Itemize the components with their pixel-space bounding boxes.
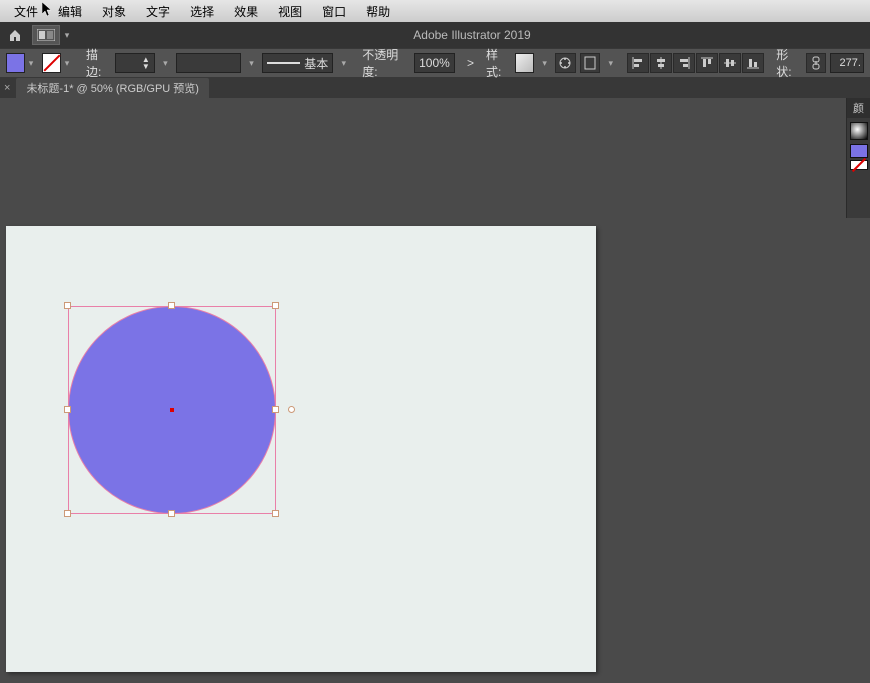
handle-bottom-right[interactable]	[272, 510, 279, 517]
document-tab-bar: × 未标题-1* @ 50% (RGB/GPU 预览)	[0, 78, 870, 98]
shape-link-icon[interactable]	[806, 53, 827, 73]
dropdown-arrow-icon[interactable]: ▾	[60, 30, 74, 41]
variable-width-profile[interactable]	[176, 53, 241, 73]
align-left-icon[interactable]	[627, 53, 649, 73]
menu-view[interactable]: 视图	[268, 3, 312, 20]
opacity-field[interactable]: 100%	[414, 53, 455, 73]
home-icon[interactable]	[4, 24, 26, 46]
menu-help[interactable]: 帮助	[356, 3, 400, 20]
graphic-style-swatch[interactable]	[515, 53, 534, 73]
recolor-icon[interactable]	[555, 53, 576, 73]
side-panel-stroke-swatch[interactable]	[850, 160, 868, 170]
align-bottom-icon[interactable]	[742, 53, 764, 73]
brush-definition[interactable]: 基本	[262, 53, 333, 73]
document-tab[interactable]: 未标题-1* @ 50% (RGB/GPU 预览)	[16, 78, 209, 98]
brush-dropdown-icon[interactable]: ▾	[337, 58, 350, 69]
live-shape-handle[interactable]	[288, 406, 295, 413]
menu-file[interactable]: 文件	[4, 3, 48, 20]
style-label: 样式:	[486, 46, 511, 80]
stroke-label: 描边:	[86, 46, 111, 80]
stroke-weight-stepper-icon[interactable]: ▲▼	[142, 56, 150, 70]
align-group	[627, 53, 764, 73]
doc-setup-dropdown-icon[interactable]: ▾	[604, 58, 617, 69]
handle-top-middle[interactable]	[168, 302, 175, 309]
opacity-label: 不透明度:	[362, 46, 410, 80]
stroke-dropdown-icon[interactable]: ▾	[65, 58, 74, 69]
align-top-icon[interactable]	[696, 53, 718, 73]
side-panel: 颜	[846, 98, 870, 218]
stroke-swatch[interactable]	[42, 53, 61, 73]
menu-type[interactable]: 文字	[136, 3, 180, 20]
menu-select[interactable]: 选择	[180, 3, 224, 20]
fill-swatch[interactable]	[6, 53, 25, 73]
handle-top-left[interactable]	[64, 302, 71, 309]
document-arrange-icon[interactable]	[32, 25, 60, 45]
menu-window[interactable]: 窗口	[312, 3, 356, 20]
align-vcenter-icon[interactable]	[719, 53, 741, 73]
menu-object[interactable]: 对象	[92, 3, 136, 20]
menu-effect[interactable]: 效果	[224, 3, 268, 20]
brush-stroke-icon	[267, 62, 300, 64]
handle-bottom-left[interactable]	[64, 510, 71, 517]
side-panel-gradient-thumb[interactable]	[850, 122, 868, 140]
control-bar: ▾ ▾ 描边: ▲▼ ▾ ▾ 基本 ▾ 不透明度: 100% > 样式: ▾ ▾…	[0, 48, 870, 78]
align-hcenter-icon[interactable]	[650, 53, 672, 73]
titlebar: ▾ Adobe Illustrator 2019	[0, 22, 870, 48]
handle-middle-right[interactable]	[272, 406, 279, 413]
opacity-arrow[interactable]: >	[467, 56, 474, 70]
menubar: 文件 编辑 对象 文字 选择 效果 视图 窗口 帮助	[0, 0, 870, 22]
app-title: Adobe Illustrator 2019	[74, 28, 870, 42]
workspace: 颜	[0, 98, 870, 683]
align-right-icon[interactable]	[673, 53, 695, 73]
document-setup-icon[interactable]	[580, 53, 601, 73]
shape-label: 形状:	[776, 46, 801, 80]
style-dropdown-icon[interactable]: ▾	[538, 58, 551, 69]
handle-bottom-middle[interactable]	[168, 510, 175, 517]
tab-close-icon[interactable]: ×	[4, 82, 10, 94]
shape-width-field[interactable]: 277.	[830, 53, 864, 73]
side-panel-tab[interactable]: 颜	[847, 98, 870, 118]
handle-top-right[interactable]	[272, 302, 279, 309]
var-width-dropdown-icon[interactable]: ▾	[245, 58, 258, 69]
selection-center-icon	[170, 408, 174, 412]
handle-middle-left[interactable]	[64, 406, 71, 413]
artboard[interactable]	[6, 226, 596, 672]
fill-dropdown-icon[interactable]: ▾	[29, 58, 38, 69]
stroke-weight-dropdown-icon[interactable]: ▾	[159, 58, 172, 69]
brush-label: 基本	[304, 55, 328, 72]
menu-edit[interactable]: 编辑	[48, 3, 92, 20]
side-panel-fill-swatch[interactable]	[850, 144, 868, 158]
stroke-weight-field[interactable]: ▲▼	[115, 53, 154, 73]
